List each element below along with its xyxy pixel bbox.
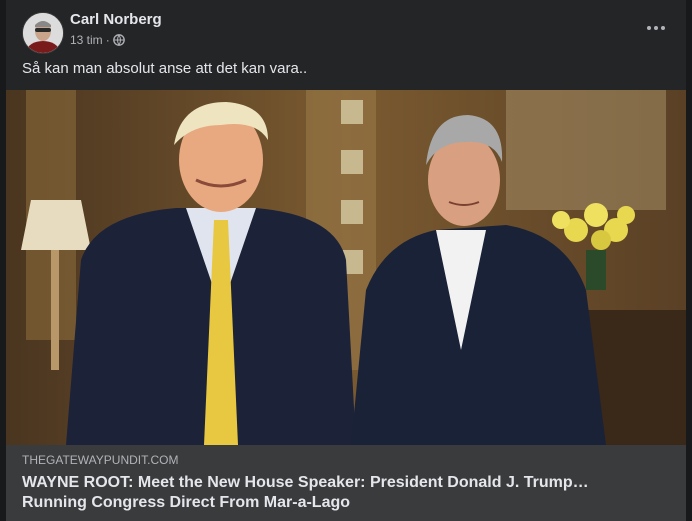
post-header: Carl Norberg 13 tim · — [22, 10, 670, 54]
link-preview[interactable]: THEGATEWAYPUNDIT.COM WAYNE ROOT: Meet th… — [6, 445, 686, 521]
author-name[interactable]: Carl Norberg — [70, 11, 162, 28]
globe-icon — [112, 34, 125, 46]
author-avatar[interactable] — [22, 12, 64, 54]
more-horizontal-icon — [647, 26, 651, 30]
link-domain: THEGATEWAYPUNDIT.COM — [22, 453, 179, 467]
avatar-image — [23, 13, 63, 53]
photo-illustration — [6, 90, 686, 445]
post-text: Så kan man absolut anse att det kan vara… — [22, 60, 308, 77]
meta-separator: · — [105, 33, 110, 47]
post-meta: 13 tim · — [70, 33, 125, 47]
link-headline[interactable]: WAYNE ROOT: Meet the New House Speaker: … — [22, 473, 662, 513]
more-options-button[interactable] — [642, 18, 670, 38]
link-headline-line-1: WAYNE ROOT: Meet the New House Speaker: … — [22, 474, 589, 491]
feed-post: Carl Norberg 13 tim · Så kan man absolut… — [6, 0, 686, 521]
link-headline-line-2: Running Congress Direct From Mar-a-Lago — [22, 494, 351, 511]
post-time[interactable]: 13 tim — [70, 33, 103, 47]
post-image[interactable] — [6, 90, 686, 445]
